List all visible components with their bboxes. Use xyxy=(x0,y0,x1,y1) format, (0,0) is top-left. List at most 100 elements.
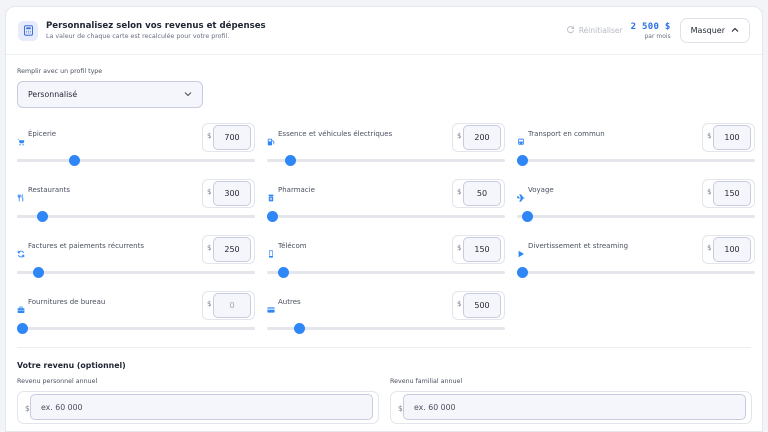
category-label: Fournitures de bureau xyxy=(28,298,106,306)
category-label: Voyage xyxy=(528,186,554,194)
amount-input[interactable]: 150 xyxy=(463,237,501,262)
amount-input[interactable]: 700 xyxy=(213,125,251,150)
category-travel: Voyage $ 150 xyxy=(516,179,757,229)
currency-symbol: $ xyxy=(457,244,462,252)
panel-header: Personnalisez selon vos revenus et dépen… xyxy=(6,7,762,55)
slider-track xyxy=(517,271,755,274)
play-icon xyxy=(517,243,525,258)
slider-track xyxy=(267,159,505,162)
slider-thumb[interactable] xyxy=(32,267,44,278)
amount-input[interactable]: 0 xyxy=(213,293,251,318)
pharmacy-icon xyxy=(267,187,275,202)
amount-slider[interactable] xyxy=(267,323,505,335)
category-telecom: Télécom $ 150 xyxy=(267,235,507,285)
family-income-input[interactable] xyxy=(403,394,746,420)
amount-slider[interactable] xyxy=(17,211,255,223)
amount-field: $ 100 xyxy=(702,235,755,264)
amount-field: $ 250 xyxy=(202,235,255,264)
category-other: Autres $ 500 xyxy=(267,291,507,341)
slider-thumb[interactable] xyxy=(294,323,306,334)
category-groceries: Épicerie $ 700 xyxy=(17,123,257,173)
amount-field: $ 150 xyxy=(702,179,755,208)
fuel-icon xyxy=(267,131,275,146)
slider-thumb[interactable] xyxy=(17,323,28,334)
amount-field: $ 100 xyxy=(702,123,755,152)
reset-button[interactable]: Réinitialiser xyxy=(566,25,623,36)
currency-symbol: $ xyxy=(207,300,212,308)
amount-input[interactable]: 300 xyxy=(213,181,251,206)
panel-subtitle: La valeur de chaque carte est recalculée… xyxy=(46,33,230,40)
personal-income-input[interactable] xyxy=(30,394,373,420)
personal-income-field: $ xyxy=(17,391,379,424)
profile-selected-value: Personnalisé xyxy=(28,90,78,99)
profile-select[interactable]: Personnalisé xyxy=(17,81,203,108)
category-label: Épicerie xyxy=(28,130,57,138)
reset-icon xyxy=(566,25,575,36)
currency-symbol: $ xyxy=(457,132,462,140)
amount-field: $ 500 xyxy=(452,291,505,320)
slider-track xyxy=(17,159,255,162)
cart-icon xyxy=(17,131,25,146)
hide-label: Masquer xyxy=(690,26,725,35)
currency-symbol: $ xyxy=(207,244,212,252)
amount-input[interactable]: 100 xyxy=(713,125,751,150)
amount-input[interactable]: 100 xyxy=(713,237,751,262)
category-label: Pharmacie xyxy=(278,186,315,194)
header-text: Personnalisez selon vos revenus et dépen… xyxy=(46,21,566,40)
amount-slider[interactable] xyxy=(267,155,505,167)
slider-track xyxy=(17,215,255,218)
income-section-title: Votre revenu (optionnel) xyxy=(17,361,126,370)
amount-field: $ 150 xyxy=(452,235,505,264)
utensils-icon xyxy=(17,187,25,202)
category-label: Divertissement et streaming xyxy=(528,242,629,250)
category-label: Transport en commun xyxy=(528,130,605,138)
currency-symbol: $ xyxy=(457,300,462,308)
currency-symbol: $ xyxy=(457,188,462,196)
slider-track xyxy=(267,271,505,274)
slider-thumb[interactable] xyxy=(267,211,278,222)
slider-track xyxy=(267,215,505,218)
slider-thumb[interactable] xyxy=(285,155,297,166)
amount-slider[interactable] xyxy=(267,267,505,279)
slider-thumb[interactable] xyxy=(517,155,528,166)
amount-slider[interactable] xyxy=(17,155,255,167)
category-label: Restaurants xyxy=(28,186,70,194)
category-label: Télécom xyxy=(278,242,307,250)
phone-icon xyxy=(267,243,275,258)
monthly-total: 2 500 $ par mois xyxy=(631,22,671,40)
profile-label: Remplir avec un profil type xyxy=(17,68,103,75)
section-divider xyxy=(17,347,751,348)
amount-slider[interactable] xyxy=(517,267,755,279)
amount-input[interactable]: 200 xyxy=(463,125,501,150)
personalization-panel: Personnalisez selon vos revenus et dépen… xyxy=(5,6,763,432)
panel-title: Personnalisez selon vos revenus et dépen… xyxy=(46,21,266,31)
slider-thumb[interactable] xyxy=(517,267,528,278)
category-pharmacy: Pharmacie $ 50 xyxy=(267,179,507,229)
slider-thumb[interactable] xyxy=(278,267,290,278)
amount-slider[interactable] xyxy=(267,211,505,223)
amount-slider[interactable] xyxy=(517,155,755,167)
amount-input[interactable]: 50 xyxy=(463,181,501,206)
chevron-down-icon xyxy=(184,90,192,99)
category-label: Factures et paiements récurrents xyxy=(28,242,144,250)
reset-label: Réinitialiser xyxy=(578,26,623,35)
currency-symbol: $ xyxy=(707,244,712,252)
category-public-transit: Transport en commun $ 100 xyxy=(517,123,757,173)
hide-button[interactable]: Masquer xyxy=(679,18,750,43)
slider-thumb[interactable] xyxy=(69,155,81,166)
amount-input[interactable]: 250 xyxy=(213,237,251,262)
amount-slider[interactable] xyxy=(17,267,255,279)
currency-symbol: $ xyxy=(207,132,212,140)
amount-field: $ 50 xyxy=(452,179,505,208)
amount-field: $ 200 xyxy=(452,123,505,152)
slider-track xyxy=(517,215,755,218)
amount-input[interactable]: 150 xyxy=(713,181,751,206)
amount-slider[interactable] xyxy=(17,323,255,335)
recurring-icon xyxy=(17,243,25,258)
slider-track xyxy=(17,327,255,330)
slider-thumb[interactable] xyxy=(521,211,533,222)
amount-slider[interactable] xyxy=(517,211,755,223)
slider-thumb[interactable] xyxy=(37,211,49,222)
plane-icon xyxy=(516,187,525,202)
amount-input[interactable]: 500 xyxy=(463,293,501,318)
